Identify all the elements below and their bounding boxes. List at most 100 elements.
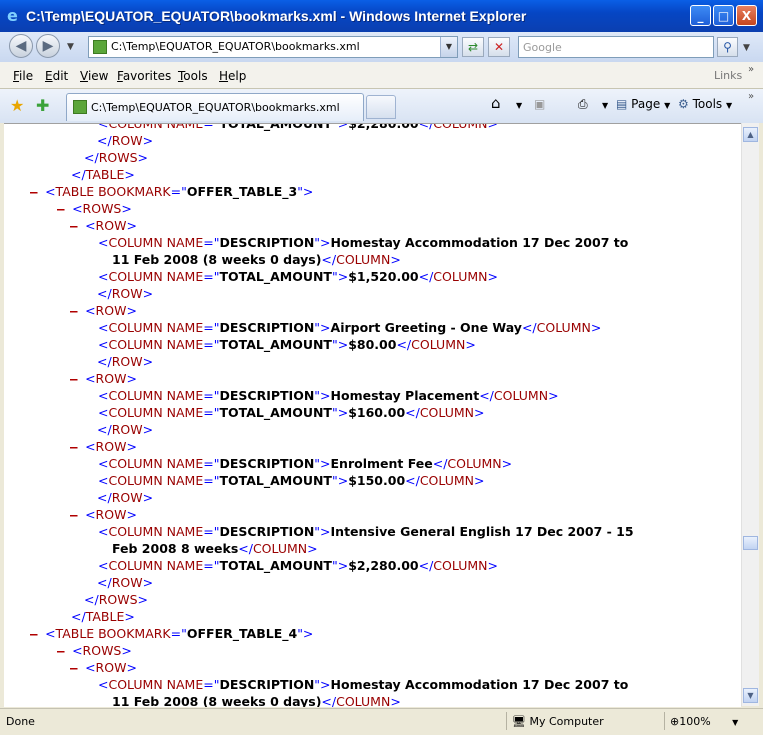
xml-line: </ROW> bbox=[97, 286, 154, 301]
page-icon: ▤ bbox=[616, 97, 628, 111]
column-name: TOTAL_AMOUNT bbox=[219, 558, 332, 573]
column-value: Homestay Placement bbox=[330, 388, 480, 403]
vertical-scrollbar[interactable]: ▲ ▼ bbox=[741, 123, 759, 706]
zoom-level[interactable]: ⊕100% ▼ bbox=[670, 715, 738, 728]
chevron-icon[interactable]: » bbox=[748, 64, 754, 75]
xml-line: <COLUMN NAME="DESCRIPTION">Homestay Acco… bbox=[98, 677, 629, 692]
maximize-button[interactable]: □ bbox=[713, 5, 734, 26]
xml-line: 11 Feb 2008 (8 weeks 0 days)</COLUMN> bbox=[112, 252, 401, 267]
forward-arrow-icon: ▶ bbox=[42, 38, 54, 54]
feeds-icon[interactable]: ▣ bbox=[534, 97, 545, 111]
collapse-toggle[interactable]: – bbox=[57, 643, 72, 658]
column-value: $1,520.00 bbox=[348, 269, 419, 284]
xml-line: <COLUMN NAME="DESCRIPTION">Homestay Plac… bbox=[98, 388, 559, 403]
collapse-toggle[interactable]: – bbox=[57, 201, 72, 216]
history-dropdown-icon[interactable]: ▼ bbox=[67, 42, 74, 52]
xml-line: – <ROWS> bbox=[57, 643, 132, 658]
scroll-thumb[interactable] bbox=[743, 536, 758, 550]
menu-favorites[interactable]: Favorites bbox=[117, 69, 171, 83]
collapse-toggle[interactable]: – bbox=[70, 218, 85, 233]
tab-bookmarks[interactable]: C:\Temp\EQUATOR_EQUATOR\bookmarks.xml bbox=[66, 93, 364, 121]
bookmark-value: OFFER_TABLE_4 bbox=[186, 626, 298, 641]
collapse-toggle[interactable]: – bbox=[70, 371, 85, 386]
column-value: $2,280.00 bbox=[348, 123, 419, 131]
address-dropdown-icon[interactable]: ▼ bbox=[440, 37, 457, 57]
collapse-toggle[interactable]: – bbox=[70, 439, 85, 454]
command-bar: ★ ✚ C:\Temp\EQUATOR_EQUATOR\bookmarks.xm… bbox=[0, 89, 763, 123]
new-tab-button[interactable] bbox=[366, 95, 396, 119]
stop-button[interactable]: ✕ bbox=[488, 37, 510, 57]
column-name: TOTAL_AMOUNT bbox=[219, 269, 332, 284]
xml-document-view[interactable]: <COLUMN NAME="TOTAL_AMOUNT">$2,280.00</C… bbox=[4, 123, 741, 707]
page-menu-button[interactable]: ▤ Page ▼ bbox=[616, 97, 670, 111]
computer-icon: 🖥 bbox=[512, 715, 526, 728]
links-toolbar[interactable]: Links bbox=[714, 69, 742, 82]
xml-line: </ROW> bbox=[97, 490, 154, 505]
column-name: DESCRIPTION bbox=[219, 524, 315, 539]
collapse-toggle[interactable]: – bbox=[70, 303, 85, 318]
xml-line: Feb 2008 8 weeks</COLUMN> bbox=[112, 541, 318, 556]
print-dropdown-icon[interactable]: ▼ bbox=[602, 101, 608, 110]
xml-line: <COLUMN NAME="TOTAL_AMOUNT">$1,520.00</C… bbox=[98, 269, 498, 284]
xml-line: – <ROW> bbox=[70, 439, 137, 454]
search-button[interactable]: ⚲ bbox=[717, 37, 738, 57]
column-name: DESCRIPTION bbox=[219, 677, 315, 692]
forward-button[interactable]: ▶ bbox=[36, 34, 60, 58]
zoom-icon: ⊕ bbox=[670, 715, 680, 728]
security-zone[interactable]: 🖥 My Computer bbox=[512, 715, 604, 728]
collapse-toggle[interactable]: – bbox=[30, 626, 45, 641]
refresh-button[interactable]: ⇄ bbox=[462, 37, 484, 57]
collapse-toggle[interactable]: – bbox=[70, 507, 85, 522]
xml-line: </ROW> bbox=[97, 575, 154, 590]
menu-view[interactable]: View bbox=[80, 69, 108, 83]
column-value: Intensive General English 17 Dec 2007 - … bbox=[330, 524, 634, 539]
address-url[interactable]: C:\Temp\EQUATOR_EQUATOR\bookmarks.xml bbox=[111, 40, 360, 53]
print-icon[interactable]: ⎙ bbox=[578, 97, 588, 112]
column-name: TOTAL_AMOUNT bbox=[219, 473, 332, 488]
column-value: Homestay Accommodation 17 Dec 2007 to bbox=[330, 235, 629, 250]
chevron-icon[interactable]: » bbox=[748, 91, 754, 102]
column-value: $2,280.00 bbox=[348, 558, 419, 573]
xml-line: </ROW> bbox=[97, 422, 154, 437]
window-title: C:\Temp\EQUATOR_EQUATOR\bookmarks.xml - … bbox=[26, 8, 527, 24]
address-toolbar: ◀ ▶ ▼ C:\Temp\EQUATOR_EQUATOR\bookmarks.… bbox=[0, 32, 763, 62]
gear-icon: ⚙ bbox=[678, 97, 689, 111]
menu-tools[interactable]: Tools bbox=[178, 69, 208, 83]
add-favorite-icon[interactable]: ✚ bbox=[36, 96, 49, 115]
xml-line: <COLUMN NAME="DESCRIPTION">Intensive Gen… bbox=[98, 524, 634, 539]
search-options-icon[interactable]: ▼ bbox=[743, 43, 750, 53]
column-value: 11 Feb 2008 (8 weeks 0 days) bbox=[112, 694, 322, 707]
xml-line: <COLUMN NAME="TOTAL_AMOUNT">$80.00</COLU… bbox=[98, 337, 476, 352]
menu-edit[interactable]: Edit bbox=[45, 69, 68, 83]
tools-menu-button[interactable]: ⚙ Tools ▼ bbox=[678, 97, 732, 111]
column-value: Enrolment Fee bbox=[330, 456, 433, 471]
back-button[interactable]: ◀ bbox=[9, 34, 33, 58]
browser-window: e C:\Temp\EQUATOR_EQUATOR\bookmarks.xml … bbox=[0, 0, 763, 735]
scroll-down-icon[interactable]: ▼ bbox=[743, 688, 758, 703]
back-arrow-icon: ◀ bbox=[15, 38, 27, 54]
xml-line: – <TABLE BOOKMARK="OFFER_TABLE_4"> bbox=[30, 626, 314, 641]
collapse-toggle[interactable]: – bbox=[70, 660, 85, 675]
xml-line: – <ROW> bbox=[70, 218, 137, 233]
xml-line: – <ROW> bbox=[70, 507, 137, 522]
column-name: DESCRIPTION bbox=[219, 456, 315, 471]
minimize-button[interactable]: _ bbox=[690, 5, 711, 26]
ie-logo-icon: e bbox=[7, 6, 18, 25]
xml-line: <COLUMN NAME="TOTAL_AMOUNT">$150.00</COL… bbox=[98, 473, 485, 488]
xml-line: – <ROWS> bbox=[57, 201, 132, 216]
scroll-up-icon[interactable]: ▲ bbox=[743, 127, 758, 142]
menu-help[interactable]: Help bbox=[219, 69, 246, 83]
home-icon[interactable]: ⌂ bbox=[491, 94, 501, 112]
menu-file[interactable]: File bbox=[13, 69, 33, 83]
tab-title: C:\Temp\EQUATOR_EQUATOR\bookmarks.xml bbox=[91, 101, 340, 114]
close-button[interactable]: X bbox=[736, 5, 757, 26]
title-bar[interactable]: e C:\Temp\EQUATOR_EQUATOR\bookmarks.xml … bbox=[0, 0, 763, 32]
home-dropdown-icon[interactable]: ▼ bbox=[516, 101, 522, 110]
collapse-toggle[interactable]: – bbox=[30, 184, 45, 199]
favorites-center-icon[interactable]: ★ bbox=[10, 96, 24, 115]
status-bar: Done 🖥 My Computer ⊕100% ▼ bbox=[0, 708, 763, 735]
column-value: $80.00 bbox=[348, 337, 397, 352]
xml-line: </ROWS> bbox=[84, 150, 148, 165]
search-input[interactable]: Google bbox=[518, 36, 714, 58]
address-bar[interactable]: C:\Temp\EQUATOR_EQUATOR\bookmarks.xml ▼ bbox=[88, 36, 458, 58]
